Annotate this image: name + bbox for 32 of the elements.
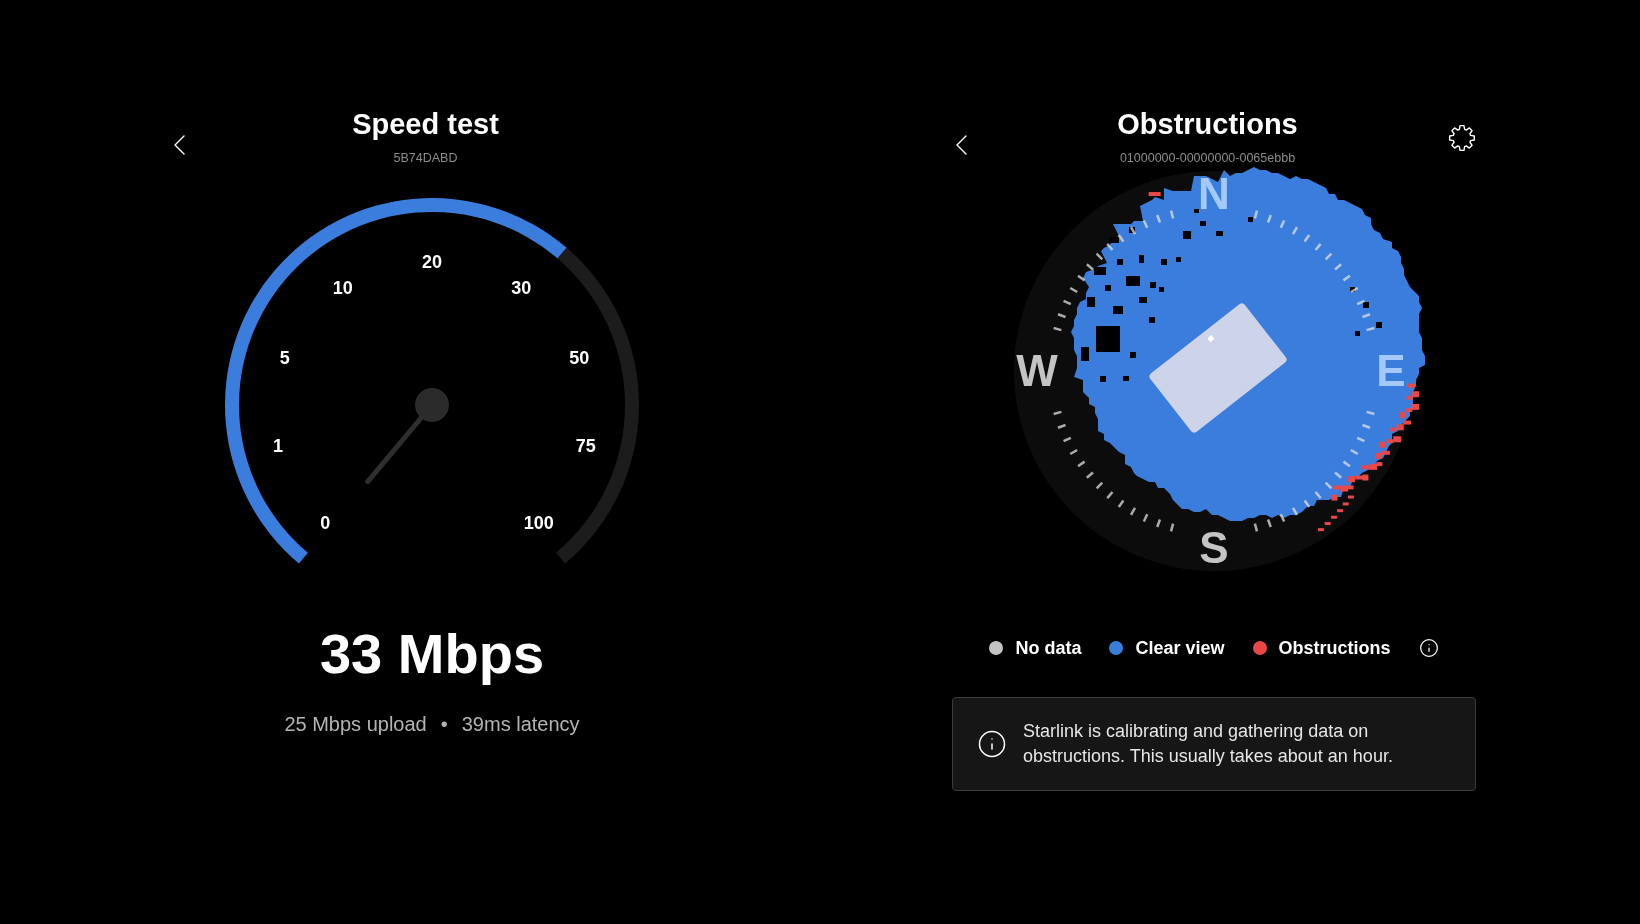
gauge-tick-label: 50 — [569, 348, 590, 367]
gauge-tick-label: 5 — [279, 348, 290, 367]
settings-button[interactable] — [1448, 124, 1476, 152]
compass-label: N — [1198, 172, 1230, 216]
latency: 39ms latency — [461, 712, 580, 737]
gauge-tick-label: 100 — [523, 513, 554, 532]
chevron-left-icon — [174, 135, 185, 155]
compass-label: W — [1016, 349, 1058, 393]
back-button[interactable] — [956, 135, 967, 155]
notice-text: Starlink is calibrating and gathering data on obstructions. This usually takes about an hour. — [1023, 720, 1394, 768]
info-icon — [977, 729, 1007, 759]
legend-label: No data — [1015, 637, 1082, 660]
legend-label: Clear view — [1135, 637, 1225, 660]
gauge-tick-label: 75 — [575, 437, 596, 456]
gauge-tick-label: 0 — [320, 513, 331, 532]
device-id: 01000000-00000000-0065ebbb — [1119, 150, 1296, 166]
separator-dot: • — [440, 712, 448, 737]
gauge-tick-label: 30 — [511, 279, 532, 298]
settings-icon — [1448, 124, 1476, 152]
info-icon[interactable] — [1418, 638, 1439, 658]
gauge-tick-label: 1 — [273, 437, 284, 456]
upload-speed: 25 Mbps upload — [284, 712, 427, 737]
gauge-tick-label: 20 — [422, 253, 442, 271]
legend-label: Obstructions — [1278, 637, 1391, 660]
page-title: Speed test — [352, 107, 499, 142]
back-button[interactable] — [174, 135, 185, 155]
gauge-tick-label: 10 — [332, 279, 353, 298]
compass-label: E — [1376, 349, 1406, 393]
page-title: Obstructions — [1117, 107, 1298, 142]
compass-label: S — [1199, 526, 1229, 570]
chevron-left-icon — [956, 135, 967, 155]
device-id: 5B74DABD — [393, 150, 458, 166]
